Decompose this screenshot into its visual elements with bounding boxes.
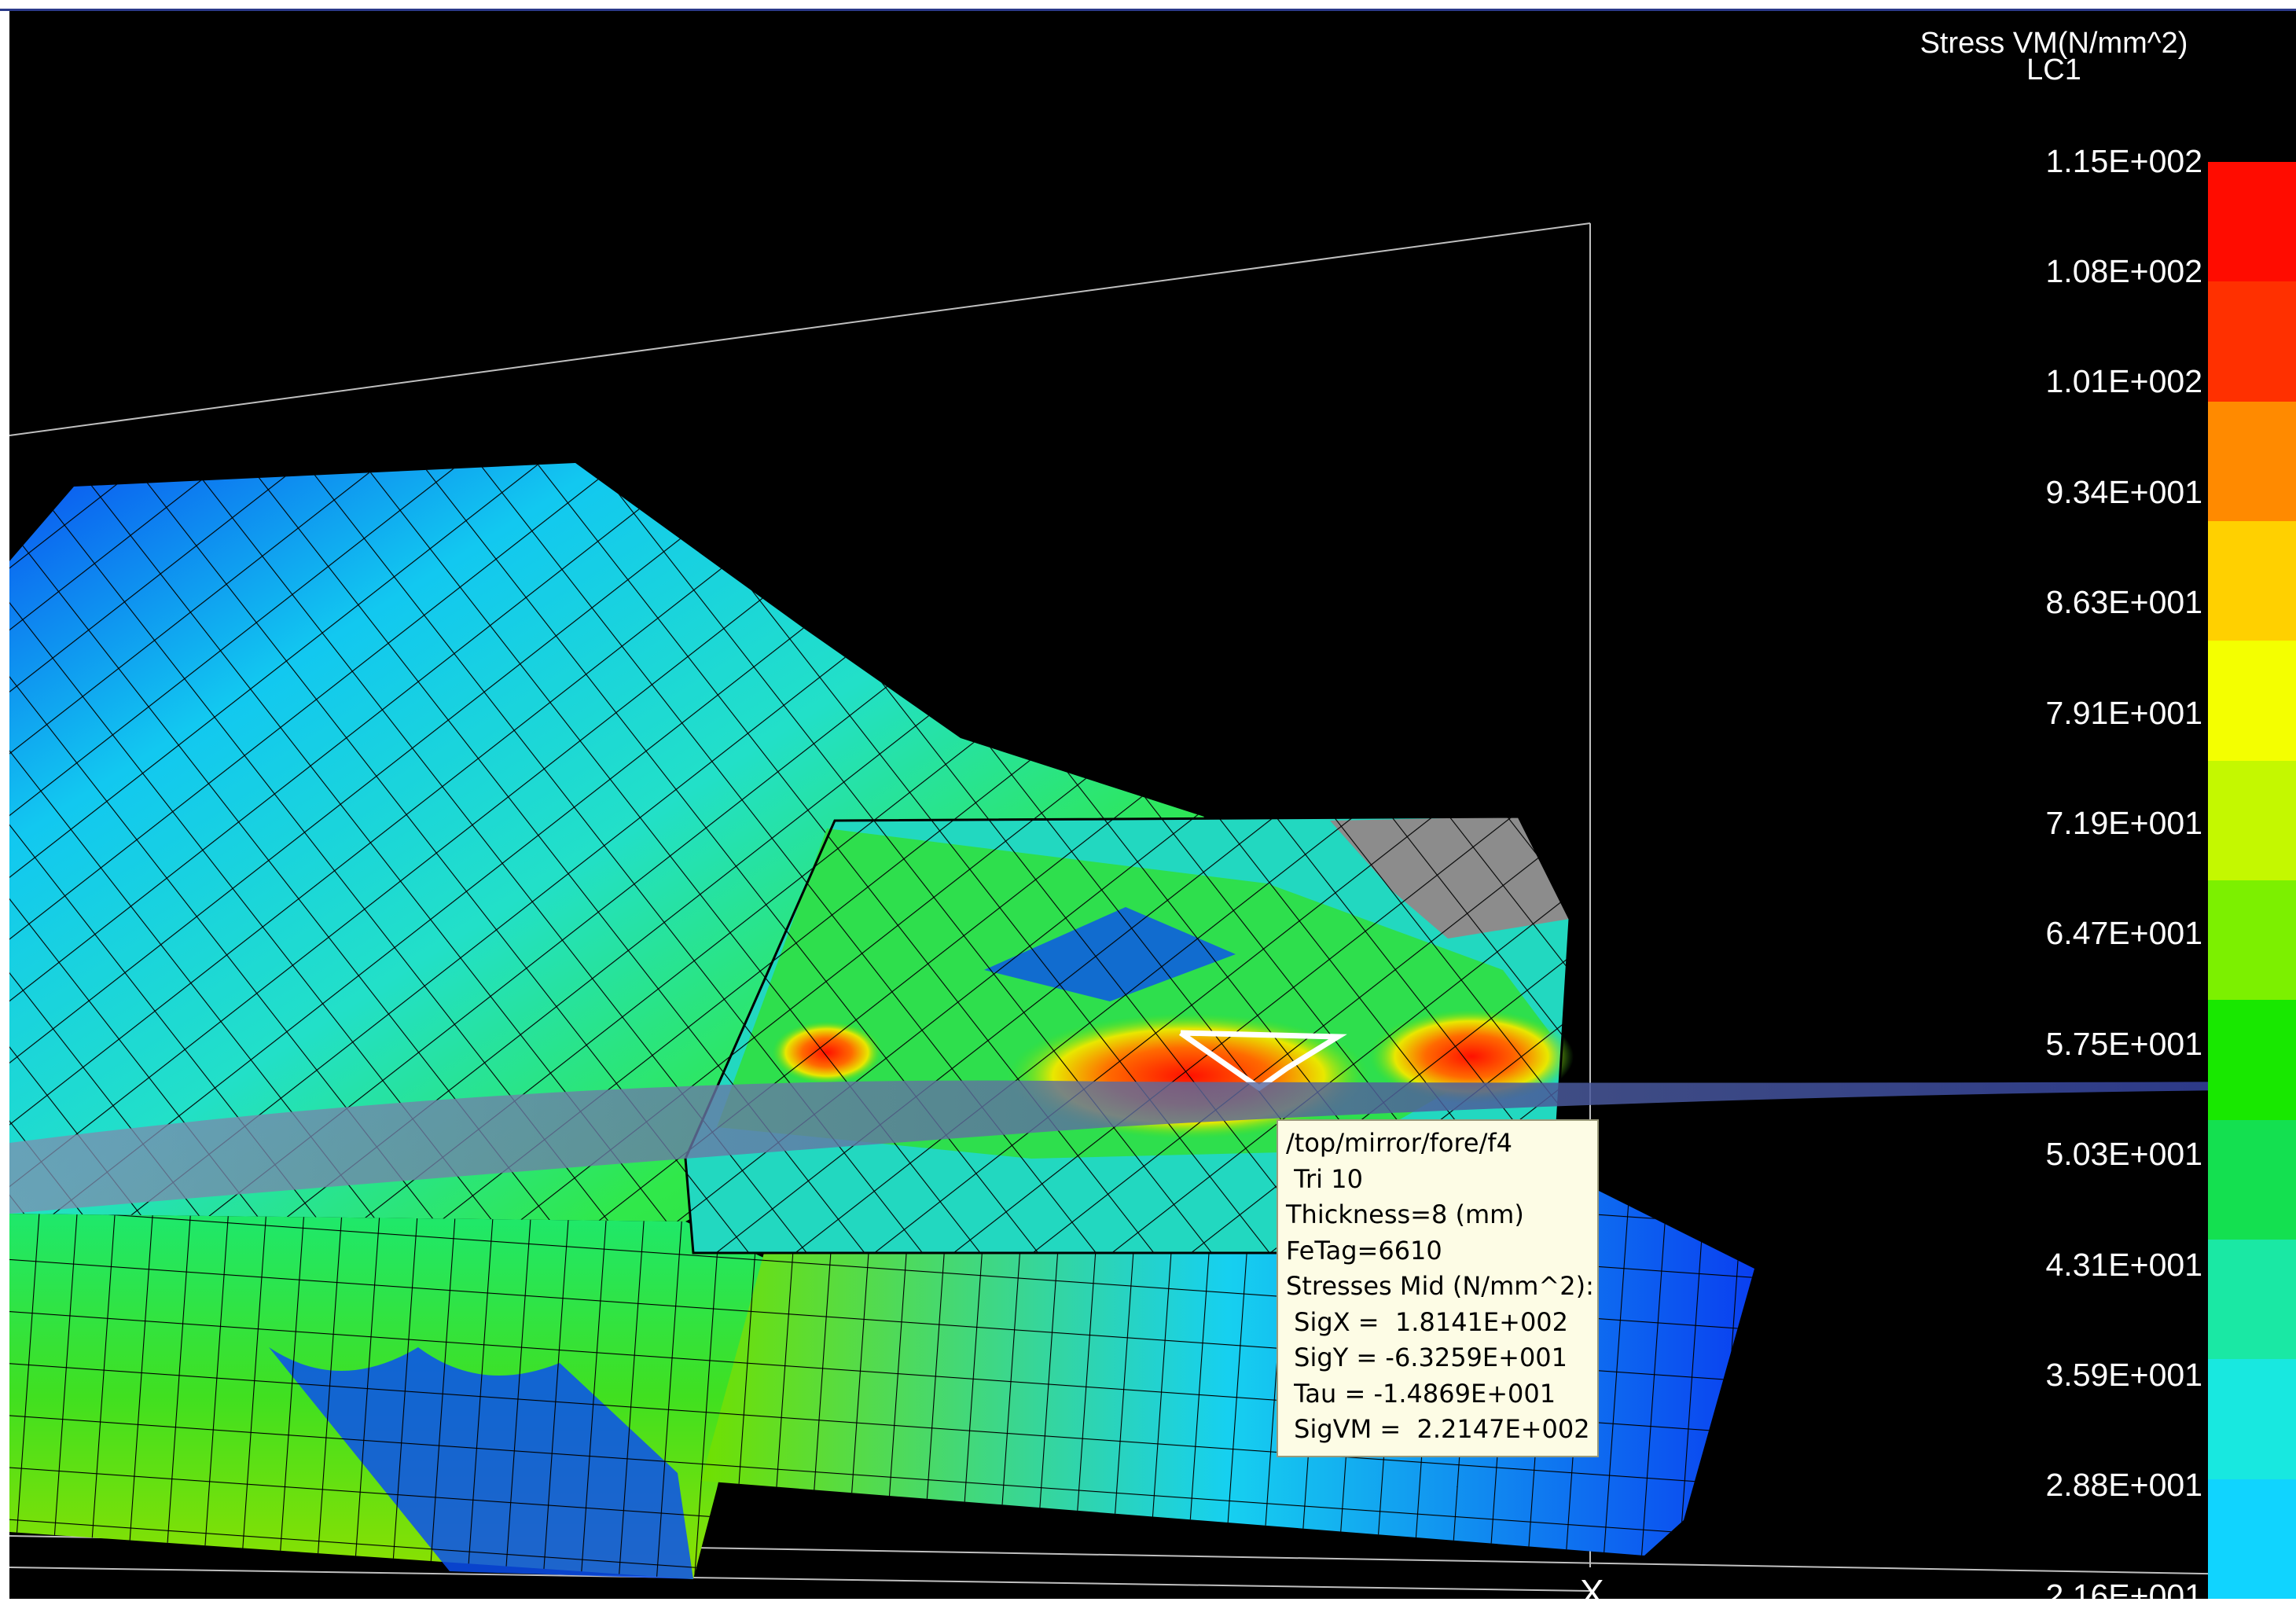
legend-tick: 4.31E+001 (2045, 1247, 2203, 1283)
tooltip-sigvm: SigVM = 2.2147E+002 (1286, 1414, 1590, 1444)
legend-tick: 3.59E+001 (2045, 1357, 2203, 1393)
legend-tick: 7.19E+001 (2045, 805, 2203, 841)
fe-mesh-plot[interactable] (9, 11, 2296, 1599)
tooltip-sigy: SigY = -6.3259E+001 (1286, 1343, 1568, 1372)
fe-model-viewport[interactable]: Stress VM(N/mm^2) LC1 1.15E+002 1.08E+00… (9, 11, 2296, 1599)
legend-title-loadcase: LC1 (2026, 53, 2081, 86)
colorbar-band (2208, 520, 2296, 641)
element-info-tooltip: /top/mirror/fore/f4 Tri 10 Thickness=8 (… (1277, 1119, 1599, 1457)
legend-tick: 1.15E+002 (2045, 143, 2203, 179)
tooltip-tau: Tau = -1.4869E+001 (1286, 1378, 1556, 1409)
colorbar-band (2208, 162, 2296, 282)
colorbar-band (2208, 880, 2296, 1001)
colorbar-band (2208, 641, 2296, 761)
legend-tick: 9.34E+001 (2045, 474, 2203, 510)
colorbar-band (2208, 1359, 2296, 1479)
tooltip-thickness: Thickness=8 (mm) (1286, 1199, 1524, 1229)
legend-tick: 2.88E+001 (2045, 1467, 2203, 1503)
legend-title: Stress VM(N/mm^2) LC1 (1889, 27, 2219, 86)
legend-tick: 7.91E+001 (2045, 695, 2203, 731)
colorbar-band (2208, 760, 2296, 880)
colorbar-band (2208, 1119, 2296, 1240)
colorbar-band (2208, 401, 2296, 521)
legend-tick: 1.01E+002 (2045, 363, 2203, 399)
legend-tick: 5.03E+001 (2045, 1136, 2203, 1172)
legend-colorbar (2208, 162, 2296, 1599)
colorbar-band (2208, 1239, 2296, 1360)
legend-tick: 5.75E+001 (2045, 1026, 2203, 1062)
axis-x-label: X (1580, 1572, 1604, 1599)
window-top-border (0, 0, 2296, 11)
legend-tick: 6.47E+001 (2045, 915, 2203, 951)
legend-tick: 2.16E+001 (2045, 1578, 2203, 1599)
legend-title-quantity: Stress VM(N/mm^2) (1919, 27, 2188, 60)
colorbar-band (2208, 1000, 2296, 1120)
colorbar-band (2208, 281, 2296, 402)
legend-tick: 1.08E+002 (2045, 253, 2203, 289)
tooltip-path: /top/mirror/fore/f4 (1286, 1128, 1513, 1158)
legend-tick: 8.63E+001 (2045, 584, 2203, 620)
tooltip-fetag: FeTag=6610 (1286, 1235, 1442, 1266)
tooltip-element: Tri 10 (1286, 1163, 1363, 1194)
colorbar-band (2208, 1479, 2296, 1599)
tooltip-sigx: SigX = 1.8141E+002 (1286, 1306, 1569, 1337)
tooltip-stresses-header: Stresses Mid (N/mm^2): (1286, 1271, 1594, 1301)
